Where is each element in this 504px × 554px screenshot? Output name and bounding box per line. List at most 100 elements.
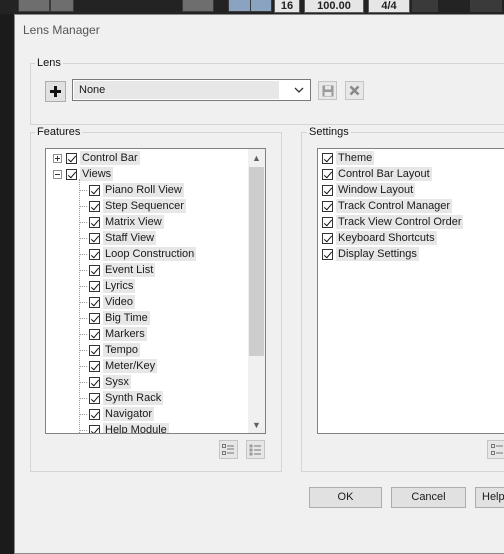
item-label: Track Control Manager	[336, 199, 453, 213]
settings-check-all-button[interactable]	[487, 440, 504, 459]
play-button[interactable]	[50, 0, 74, 12]
feature-item[interactable]: Meter/Key	[89, 358, 158, 374]
end-button[interactable]	[182, 0, 214, 12]
settings-list[interactable]: Theme Control Bar Layout Window Layout Trac…	[317, 148, 504, 434]
item-label: Staff View	[103, 231, 157, 245]
checkbox[interactable]	[89, 232, 100, 244]
setting-item[interactable]: Track Control Manager	[322, 198, 453, 214]
feature-item[interactable]: Help Module	[89, 422, 169, 433]
checkbox[interactable]	[89, 200, 100, 212]
setting-item[interactable]: Display Settings	[322, 246, 419, 262]
lens-group-label: Lens	[35, 57, 63, 69]
setting-item[interactable]: Theme	[322, 150, 375, 166]
item-label: Views	[80, 167, 114, 181]
help-button[interactable]: Help	[475, 487, 504, 508]
save-lens-button[interactable]	[318, 81, 337, 100]
features-scrollbar[interactable]: ▲ ▼	[248, 149, 265, 433]
setting-item[interactable]: Keyboard Shortcuts	[322, 230, 437, 246]
checkbox[interactable]	[89, 360, 100, 372]
features-tree[interactable]: Control Bar Views Piano Roll View Step Sequ…	[45, 148, 266, 434]
metronome-icon[interactable]	[412, 0, 438, 12]
checkbox[interactable]	[89, 424, 100, 433]
ok-button[interactable]: OK	[309, 487, 382, 508]
tree-connector	[79, 350, 87, 351]
setting-item[interactable]: Window Layout	[322, 182, 416, 198]
feature-item[interactable]: Lyrics	[89, 278, 136, 294]
checkbox[interactable]	[66, 152, 77, 164]
item-label: Synth Rack	[103, 391, 164, 405]
tree-connector	[79, 206, 87, 207]
checkbox[interactable]	[322, 200, 333, 212]
feature-item[interactable]: Big Time	[89, 310, 150, 326]
edit-tool-icon[interactable]	[250, 0, 272, 12]
feature-item[interactable]: Navigator	[89, 406, 155, 422]
checkbox[interactable]	[89, 408, 100, 420]
checkbox[interactable]	[89, 216, 100, 228]
scroll-up-arrow-icon[interactable]: ▲	[248, 149, 265, 166]
checkbox[interactable]	[322, 152, 333, 164]
item-label: Track View Control Order	[336, 215, 464, 229]
features-group-label: Features	[35, 126, 83, 138]
tree-connector	[79, 302, 87, 303]
feature-item[interactable]: Synth Rack	[89, 390, 164, 406]
feature-item[interactable]: Matrix View	[89, 214, 164, 230]
expand-icon[interactable]	[53, 153, 62, 163]
checkbox[interactable]	[89, 376, 100, 388]
scroll-thumb[interactable]	[249, 167, 264, 356]
item-label: Navigator	[103, 407, 155, 421]
add-lens-button[interactable]	[45, 81, 66, 102]
feature-item[interactable]: Views	[53, 166, 114, 182]
control-bar-module[interactable]	[470, 0, 502, 12]
uncheck-all-button[interactable]	[246, 440, 265, 459]
feature-item[interactable]: Control Bar	[53, 150, 140, 166]
feature-item[interactable]: Markers	[89, 326, 147, 342]
scroll-down-arrow-icon[interactable]: ▼	[248, 416, 265, 433]
feature-item[interactable]: Event List	[89, 262, 156, 278]
tree-connector	[79, 222, 87, 223]
lens-combo[interactable]: None	[72, 79, 311, 101]
meter-display[interactable]: 4/4	[368, 0, 410, 13]
feature-item[interactable]: Loop Construction	[89, 246, 197, 262]
checkbox[interactable]	[89, 344, 100, 356]
settings-group-label: Settings	[307, 126, 351, 138]
tempo-display[interactable]: 100.00	[304, 0, 364, 13]
lens-manager-dialog: Lens Manager Lens None Features Control …	[14, 14, 504, 554]
feature-item[interactable]: Staff View	[89, 230, 157, 246]
check-all-icon	[222, 443, 234, 455]
checkbox[interactable]	[89, 248, 100, 260]
checkbox[interactable]	[322, 168, 333, 180]
checkbox[interactable]	[322, 232, 333, 244]
item-label: Tempo	[103, 343, 141, 357]
checkbox[interactable]	[89, 264, 100, 276]
setting-item[interactable]: Track View Control Order	[322, 214, 464, 230]
item-label: Display Settings	[336, 247, 419, 261]
feature-item[interactable]: Tempo	[89, 342, 141, 358]
checkbox[interactable]	[89, 296, 100, 308]
item-label: Matrix View	[103, 215, 164, 229]
snap-icon[interactable]	[228, 0, 252, 12]
checkbox[interactable]	[89, 328, 100, 340]
item-label: Big Time	[103, 311, 150, 325]
checkbox[interactable]	[89, 392, 100, 404]
checkbox[interactable]	[322, 216, 333, 228]
checkbox[interactable]	[89, 312, 100, 324]
setting-item[interactable]: Control Bar Layout	[322, 166, 432, 182]
collapse-icon[interactable]	[53, 169, 62, 179]
checkbox[interactable]	[89, 280, 100, 292]
lens-combo-value: None	[79, 84, 106, 96]
checkbox[interactable]	[89, 184, 100, 196]
delete-lens-button[interactable]	[345, 81, 364, 100]
feature-item[interactable]: Sysx	[89, 374, 131, 390]
checkbox[interactable]	[322, 184, 333, 196]
checkbox[interactable]	[322, 248, 333, 260]
feature-item[interactable]: Video	[89, 294, 135, 310]
checkbox[interactable]	[66, 168, 77, 180]
tree-connector	[79, 382, 87, 383]
rewind-button[interactable]	[18, 0, 50, 12]
cancel-button[interactable]: Cancel	[391, 487, 466, 508]
feature-item[interactable]: Step Sequencer	[89, 198, 186, 214]
item-label: Sysx	[103, 375, 131, 389]
feature-item[interactable]: Piano Roll View	[89, 182, 184, 198]
check-all-button[interactable]	[219, 440, 238, 459]
tree-connector	[79, 254, 87, 255]
